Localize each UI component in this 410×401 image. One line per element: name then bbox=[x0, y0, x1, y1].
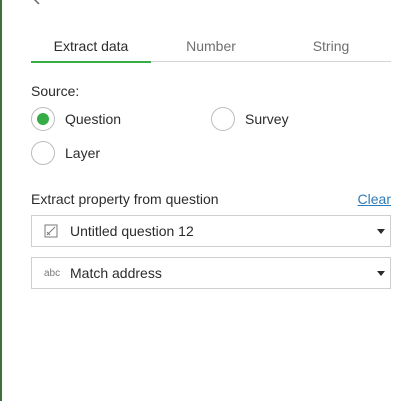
radio-layer-label: Layer bbox=[65, 145, 101, 161]
radio-circle-icon[interactable] bbox=[211, 107, 235, 131]
clear-link[interactable]: Clear bbox=[358, 191, 391, 207]
radio-question[interactable]: Question bbox=[31, 107, 121, 131]
radio-survey-label: Survey bbox=[245, 111, 289, 127]
tab-extract-data[interactable]: Extract data bbox=[31, 34, 151, 63]
tab-bar: Extract data Number String bbox=[31, 34, 391, 63]
question-select[interactable]: Untitled question 12 bbox=[31, 215, 391, 247]
source-label: Source: bbox=[31, 83, 80, 99]
chevron-down-icon bbox=[377, 270, 385, 276]
abc-text-icon: abc bbox=[44, 267, 61, 279]
tab-string[interactable]: String bbox=[271, 34, 391, 61]
radio-circle-icon[interactable] bbox=[31, 107, 55, 131]
extract-property-label: Extract property from question bbox=[31, 191, 219, 207]
radio-question-label: Question bbox=[65, 111, 122, 127]
panel-left-border bbox=[0, 0, 2, 401]
back-chevron-icon[interactable] bbox=[30, 0, 44, 6]
chevron-down-icon bbox=[377, 228, 385, 234]
question-select-value: Untitled question 12 bbox=[70, 223, 194, 239]
tab-number[interactable]: Number bbox=[151, 34, 271, 61]
property-select[interactable]: abc Match address bbox=[31, 257, 391, 289]
radio-circle-icon[interactable] bbox=[31, 141, 55, 165]
question-type-icon bbox=[44, 224, 70, 238]
radio-layer[interactable]: Layer bbox=[31, 141, 100, 165]
property-select-value: Match address bbox=[70, 265, 162, 281]
radio-survey[interactable]: Survey bbox=[211, 107, 289, 131]
